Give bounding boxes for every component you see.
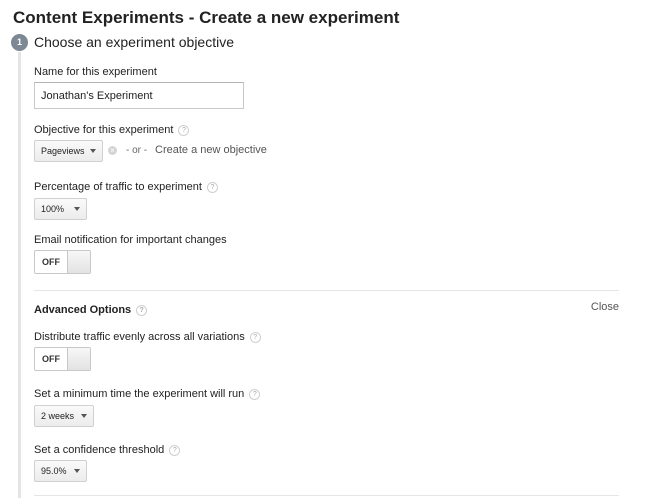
minimum-time-select[interactable]: 2 weeks [34,405,94,427]
toggle-state-label: OFF [35,251,67,273]
confidence-threshold-help-icon[interactable]: ? [169,444,181,456]
section-divider [34,290,619,291]
create-objective-link[interactable]: Create a new objective [155,144,267,156]
email-notification-label: Email notification for important changes [34,234,227,246]
traffic-help-icon[interactable]: ? [206,181,218,193]
or-separator: - or - [126,145,148,156]
toggle-state-label: OFF [35,348,67,370]
traffic-label: Percentage of traffic to experiment ? [34,181,218,193]
chevron-down-icon [74,469,80,473]
clear-objective-icon[interactable]: × [108,146,117,155]
toggle-knob [67,251,90,273]
confidence-threshold-select[interactable]: 95.0% [34,460,87,482]
experiment-name-input[interactable] [34,82,244,109]
minimum-time-label-text: Set a minimum time the experiment will r… [34,388,245,400]
advanced-options-help-icon[interactable]: ? [136,304,148,316]
close-advanced-link[interactable]: Close [591,301,619,313]
distribute-traffic-toggle[interactable]: OFF [34,347,91,371]
confidence-threshold-label: Set a confidence threshold ? [34,444,181,456]
page-title: Content Experiments - Create a new exper… [13,8,400,27]
objective-label-text: Objective for this experiment [34,124,174,136]
traffic-select[interactable]: 100% [34,198,87,220]
advanced-options-title: Advanced Options ? [34,304,148,316]
confidence-threshold-label-text: Set a confidence threshold [34,444,165,456]
email-notification-toggle[interactable]: OFF [34,250,91,274]
email-notification-label-text: Email notification for important changes [34,234,227,246]
objective-select[interactable]: Pageviews [34,140,103,162]
advanced-options-title-text: Advanced Options [34,304,132,316]
traffic-select-value: 100% [41,204,65,214]
step-number-badge: 1 [11,33,28,51]
objective-select-value: Pageviews [41,146,85,156]
experiment-name-label-text: Name for this experiment [34,66,157,78]
section-divider [34,495,619,496]
experiment-name-label: Name for this experiment [34,66,157,78]
step-header: 1 Choose an experiment objective [11,32,234,52]
objective-label: Objective for this experiment ? [34,124,190,136]
minimum-time-select-value: 2 weeks [41,411,75,421]
distribute-traffic-label-text: Distribute traffic evenly across all var… [34,331,245,343]
step-title: Choose an experiment objective [34,34,235,50]
chevron-down-icon [81,414,87,418]
confidence-threshold-select-value: 95.0% [41,466,67,476]
step-connector-line [18,52,21,498]
distribute-traffic-label: Distribute traffic evenly across all var… [34,331,261,343]
toggle-knob [67,348,90,370]
minimum-time-label: Set a minimum time the experiment will r… [34,388,261,400]
distribute-traffic-help-icon[interactable]: ? [249,331,261,343]
objective-help-icon[interactable]: ? [178,124,190,136]
chevron-down-icon [90,149,96,153]
traffic-label-text: Percentage of traffic to experiment [34,181,202,193]
minimum-time-help-icon[interactable]: ? [249,388,261,400]
chevron-down-icon [74,207,80,211]
